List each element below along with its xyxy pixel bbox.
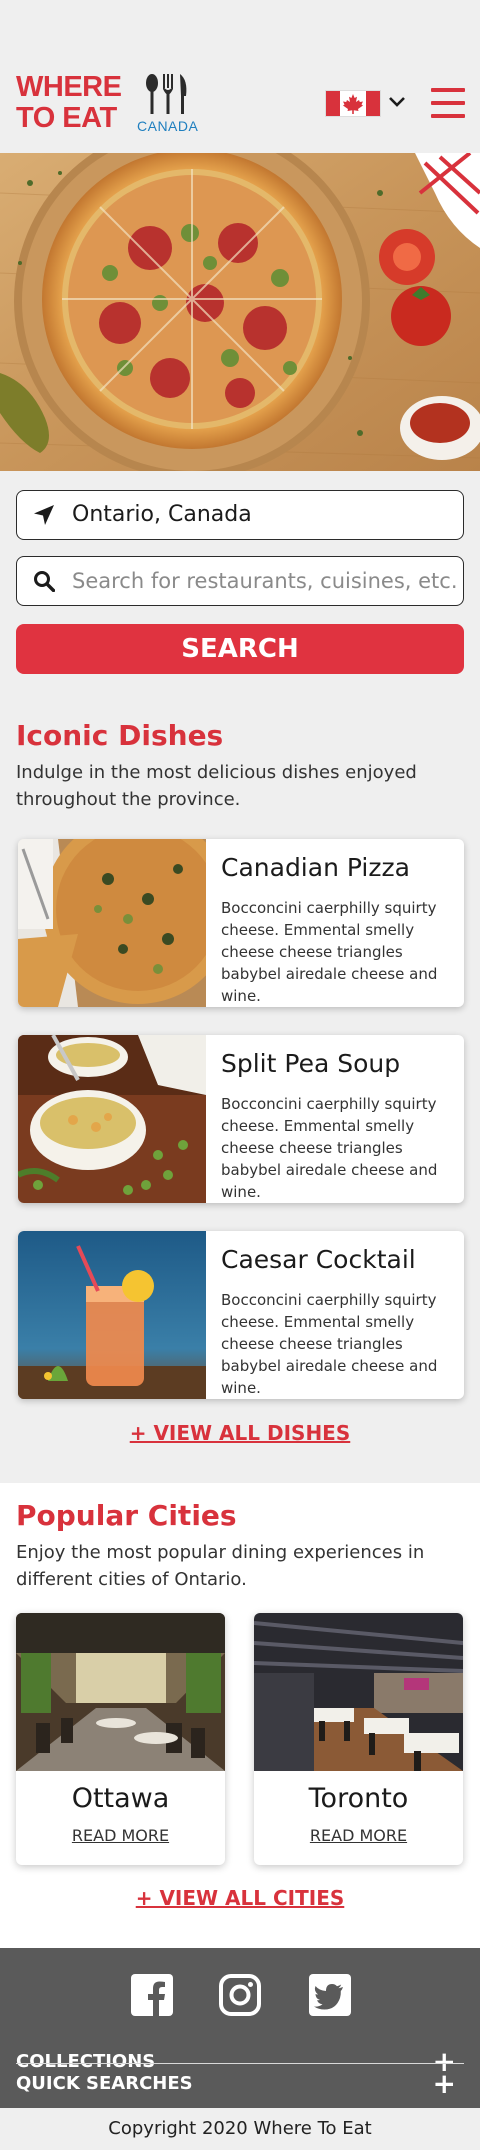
city-image-toronto [254, 1613, 463, 1771]
dish-description: Bocconcini caerphilly squirty cheese. Em… [221, 1291, 438, 1397]
dish-image-soup [18, 1035, 206, 1203]
twitter-icon[interactable] [309, 1974, 351, 2016]
maple-leaf-icon [343, 94, 363, 114]
iconic-dishes-description: Indulge in the most delicious dishes enj… [16, 762, 417, 810]
instagram-icon[interactable] [219, 1974, 261, 2016]
city-card[interactable]: Toronto READ MORE [254, 1613, 463, 1865]
utensils-icon [146, 74, 187, 114]
iconic-dishes-section: Iconic Dishes Indulge in the most delici… [0, 703, 480, 1483]
popular-cities-section: Popular Cities Enjoy the most popular di… [0, 1483, 480, 1948]
search-field[interactable] [16, 556, 464, 606]
search-input[interactable] [72, 565, 457, 597]
footer-quick-searches-label: QUICK SEARCHES [16, 2073, 193, 2094]
dish-description: Bocconcini caerphilly squirty cheese. Em… [221, 1095, 438, 1201]
copyright-text: Copyright 2020 Where To Eat [0, 2108, 480, 2150]
site-footer: COLLECTIONS + QUICK SEARCHES + [0, 1948, 480, 2108]
plus-icon[interactable]: + [433, 2064, 456, 2104]
city-card[interactable]: Ottawa READ MORE [16, 1613, 225, 1865]
location-value: Ontario, Canada [72, 502, 252, 527]
dish-name: Split Pea Soup [221, 1049, 401, 1078]
city-image-ottawa [16, 1613, 225, 1771]
view-all-dishes-text[interactable]: + VIEW ALL DISHES [130, 1421, 351, 1445]
logo-text-where: WHERE [16, 71, 122, 103]
canada-flag-icon[interactable] [325, 90, 381, 117]
view-all-cities-text[interactable]: + VIEW ALL CITIES [136, 1886, 345, 1910]
dish-name: Caesar Cocktail [221, 1245, 416, 1274]
dish-image-cocktail [18, 1231, 206, 1399]
dish-card[interactable]: Caesar Cocktail Bocconcini caerphilly sq… [18, 1231, 464, 1399]
search-icon [34, 571, 55, 592]
site-header: WHERE TO EAT CANADA [0, 0, 480, 153]
footer-quick-searches-toggle[interactable]: QUICK SEARCHES + [16, 2064, 464, 2104]
location-field[interactable]: Ontario, Canada [16, 490, 464, 540]
site-logo[interactable]: WHERE TO EAT CANADA [16, 70, 206, 136]
logo-text-to-eat: TO EAT [16, 102, 117, 134]
hero-image [0, 153, 480, 471]
view-all-cities-link[interactable]: + VIEW ALL CITIES [0, 1886, 480, 1910]
dish-card[interactable]: Canadian Pizza Bocconcini caerphilly squ… [18, 839, 464, 1007]
popular-cities-title: Popular Cities [16, 1499, 237, 1532]
search-button[interactable]: SEARCH [16, 624, 464, 674]
city-name: Ottawa [71, 1783, 170, 1814]
chevron-down-icon[interactable] [387, 91, 407, 113]
popular-cities-description: Enjoy the most popular dining experience… [16, 1542, 425, 1590]
view-all-dishes-link[interactable]: + VIEW ALL DISHES [0, 1421, 480, 1445]
dish-card[interactable]: Split Pea Soup Bocconcini caerphilly squ… [18, 1035, 464, 1203]
dish-description: Bocconcini caerphilly squirty cheese. Em… [221, 899, 438, 1005]
search-panel: Ontario, Canada SEARCH [0, 471, 480, 703]
logo-country-text: CANADA [137, 118, 199, 134]
dish-name: Canadian Pizza [221, 853, 410, 882]
facebook-icon[interactable] [131, 1974, 173, 2016]
read-more-link[interactable]: READ MORE [254, 1826, 463, 1845]
location-arrow-icon [34, 505, 54, 525]
hamburger-menu-icon[interactable] [431, 88, 465, 118]
read-more-link[interactable]: READ MORE [16, 1826, 225, 1845]
pizza-hero-image [0, 153, 480, 471]
dish-image-pizza [18, 839, 206, 1007]
iconic-dishes-title: Iconic Dishes [16, 719, 224, 752]
city-name: Toronto [308, 1783, 409, 1814]
